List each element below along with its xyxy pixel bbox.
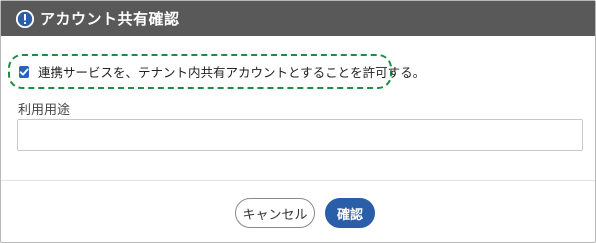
purpose-label: 利用用途 xyxy=(18,103,71,118)
confirm-button[interactable]: 確認 xyxy=(325,198,375,228)
dialog-title-bar: アカウント共有確認 xyxy=(1,1,595,36)
info-icon xyxy=(16,9,34,28)
account-sharing-dialog: アカウント共有確認 連携サービスを、テナント内共有アカウントとすることを許可する… xyxy=(0,0,596,243)
check-icon xyxy=(19,68,29,75)
purpose-input[interactable] xyxy=(17,119,583,151)
footer-divider xyxy=(1,180,595,181)
cancel-button[interactable]: キャンセル xyxy=(235,198,315,228)
consent-label[interactable]: 連携サービスを、テナント内共有アカウントとすることを許可する。 xyxy=(38,62,425,81)
consent-checkbox[interactable] xyxy=(19,65,29,78)
dialog-title: アカウント共有確認 xyxy=(40,10,180,28)
consent-highlight: 連携サービスを、テナント内共有アカウントとすることを許可する。 xyxy=(8,54,425,89)
